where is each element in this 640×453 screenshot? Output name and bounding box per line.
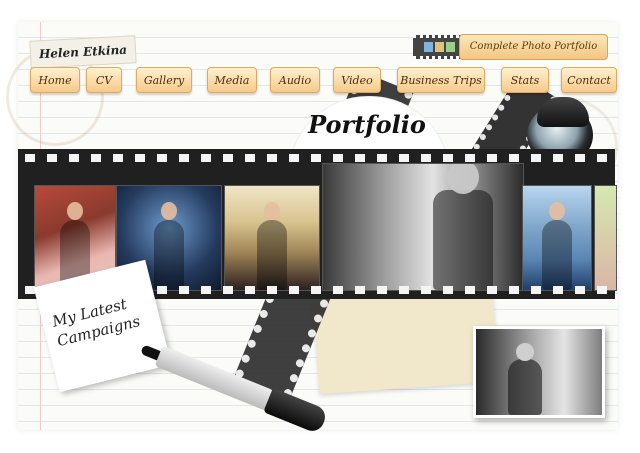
main-nav: Home CV Gallery Media Audio Video Busine… — [30, 67, 617, 93]
complete-portfolio-button[interactable]: Complete Photo Portfolio — [413, 33, 608, 60]
photo-frame[interactable] — [594, 185, 617, 291]
nav-audio[interactable]: Audio — [270, 67, 320, 93]
nav-contact[interactable]: Contact — [561, 67, 617, 93]
nav-cv[interactable]: CV — [86, 67, 122, 93]
nav-stats[interactable]: Stats — [501, 67, 549, 93]
nav-business-trips[interactable]: Business Trips — [397, 67, 485, 93]
page-title: Portfolio — [308, 110, 426, 139]
photo-thumbnail[interactable] — [473, 326, 605, 418]
photo-frame[interactable] — [224, 185, 320, 291]
envelope-decoration — [312, 285, 500, 395]
nav-gallery[interactable]: Gallery — [136, 67, 192, 93]
film-icon — [413, 34, 465, 59]
nav-home[interactable]: Home — [30, 67, 80, 93]
photo-frame[interactable] — [522, 185, 592, 291]
nav-media[interactable]: Media — [207, 67, 257, 93]
complete-portfolio-label: Complete Photo Portfolio — [459, 33, 608, 60]
site-name: Helen Etkina — [29, 35, 137, 69]
nav-video[interactable]: Video — [333, 67, 381, 93]
film-perforations — [18, 152, 615, 164]
photo-frame-featured[interactable] — [322, 163, 524, 291]
